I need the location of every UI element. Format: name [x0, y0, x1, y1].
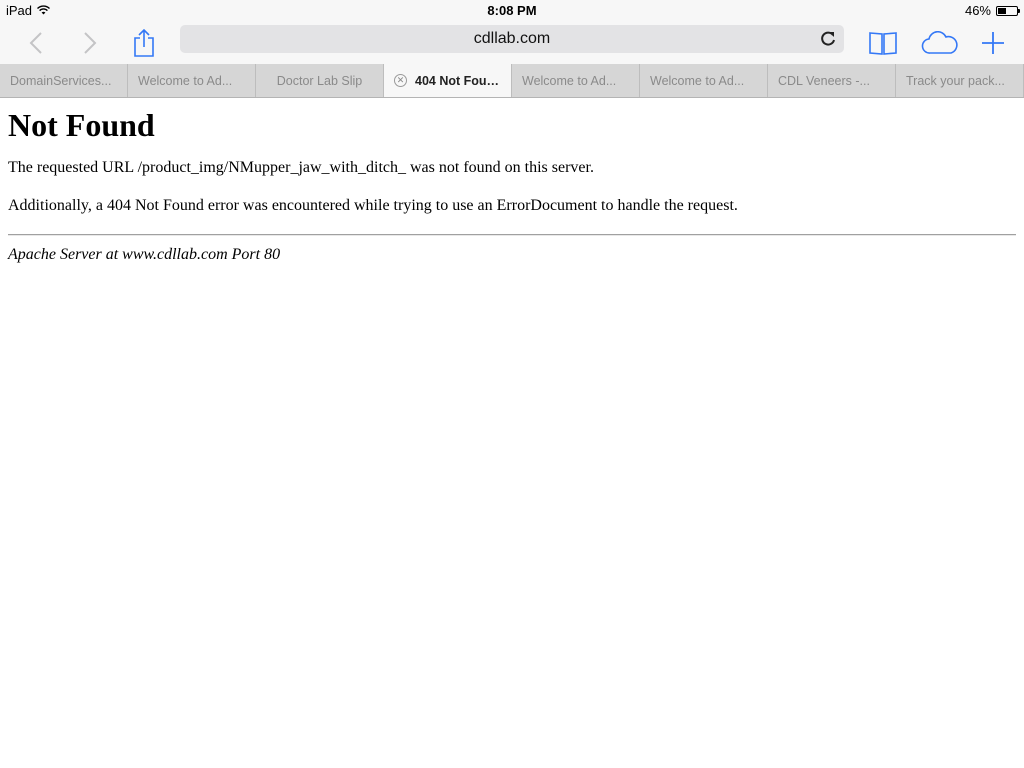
- status-time: 8:08 PM: [487, 3, 537, 18]
- additional-error-message: Additionally, a 404 Not Found error was …: [8, 197, 738, 214]
- tab-label: Doctor Lab Slip: [276, 73, 363, 88]
- tab-welcome-3[interactable]: Welcome to Ad...: [640, 64, 768, 97]
- url-text: cdllab.com: [473, 30, 551, 47]
- new-tab-icon[interactable]: [973, 22, 1013, 64]
- forward-icon[interactable]: [70, 22, 110, 64]
- address-bar[interactable]: cdllab.com: [180, 25, 844, 53]
- tab-bar: DomainServices... Welcome to Ad... Docto…: [0, 64, 1024, 98]
- tab-welcome-1[interactable]: Welcome to Ad...: [128, 64, 256, 97]
- status-right: 46%: [964, 3, 1020, 18]
- tab-label: DomainServices...: [10, 73, 112, 88]
- share-icon[interactable]: [124, 22, 164, 64]
- tab-label: Welcome to Ad...: [650, 73, 745, 88]
- tab-track-package[interactable]: Track your pack...: [896, 64, 1024, 97]
- tab-doctor-lab-slip[interactable]: Doctor Lab Slip: [256, 64, 384, 97]
- page-content: Not Found The requested URL /product_img…: [8, 98, 1016, 264]
- status-bar: iPad 8:08 PM 46%: [0, 0, 1024, 22]
- browser-toolbar: cdllab.com: [0, 22, 1024, 64]
- battery-fill: [998, 7, 1006, 14]
- tab-label: Welcome to Ad...: [522, 73, 617, 88]
- tab-label: Track your pack...: [906, 73, 1005, 88]
- bookmarks-icon[interactable]: [863, 22, 903, 64]
- server-signature: Apache Server at www.cdllab.com Port 80: [8, 246, 281, 263]
- tab-404-not-found[interactable]: ✕ 404 Not Found: [384, 64, 512, 97]
- error-message: The requested URL /product_img/NMupper_j…: [8, 159, 594, 176]
- tab-label: CDL Veneers -...: [778, 73, 870, 88]
- close-tab-icon[interactable]: ✕: [394, 74, 407, 87]
- icloud-tabs-icon[interactable]: [920, 22, 960, 64]
- reload-icon[interactable]: [818, 29, 838, 49]
- tab-label: 404 Not Found: [415, 73, 501, 88]
- tab-welcome-2[interactable]: Welcome to Ad...: [512, 64, 640, 97]
- battery-percent: 46%: [964, 3, 991, 18]
- tab-label: Welcome to Ad...: [138, 73, 233, 88]
- battery-icon: [996, 5, 1020, 16]
- back-icon[interactable]: [16, 22, 56, 64]
- page-title: Not Found: [8, 107, 155, 143]
- divider: [8, 234, 1016, 236]
- tab-domainservices[interactable]: DomainServices...: [0, 64, 128, 97]
- tab-cdl-veneers[interactable]: CDL Veneers -...: [768, 64, 896, 97]
